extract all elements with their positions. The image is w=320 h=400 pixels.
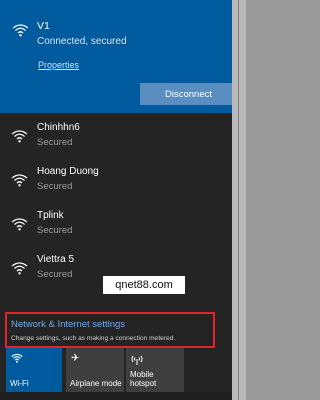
network-settings-link[interactable]: Network & Internet settings xyxy=(11,319,125,330)
network-status: Secured xyxy=(37,181,73,192)
mobile-hotspot-quick-action[interactable]: Mobile hotspot xyxy=(126,348,184,392)
network-item-tplink[interactable]: Tplink Secured xyxy=(0,205,232,249)
airplane-tile-label: Airplane mode xyxy=(70,379,122,388)
disconnect-button[interactable]: Disconnect xyxy=(140,83,237,105)
airplane-mode-quick-action[interactable]: ✈ Airplane mode xyxy=(66,348,124,392)
connected-network[interactable]: V1 Connected, secured Properties Disconn… xyxy=(0,0,237,113)
wifi-icon xyxy=(11,353,23,366)
wifi-icon xyxy=(11,261,28,275)
wifi-icon xyxy=(11,129,28,143)
wifi-quick-action[interactable]: Wi-Fi xyxy=(6,348,62,392)
window-edge-line xyxy=(238,0,239,400)
properties-link[interactable]: Properties xyxy=(38,60,79,70)
network-item-hoang-duong[interactable]: Hoang Duong Secured xyxy=(0,161,232,205)
taskbar-edge xyxy=(0,392,232,400)
network-name: Tplink xyxy=(37,210,64,221)
wifi-tile-label: Wi-Fi xyxy=(10,379,29,388)
wifi-icon xyxy=(11,217,28,231)
airplane-icon: ✈ xyxy=(71,353,80,364)
network-name: Chinhhn6 xyxy=(37,122,80,133)
network-flyout: V1 Connected, secured Properties Disconn… xyxy=(0,0,246,400)
wifi-icon xyxy=(12,23,29,37)
network-name: Hoang Duong xyxy=(37,166,99,177)
watermark-label: qnet88.com xyxy=(103,276,185,294)
network-item-chinhhn6[interactable]: Chinhhn6 Secured xyxy=(0,117,232,161)
flyout-panel: V1 Connected, secured Properties Disconn… xyxy=(0,0,237,400)
connected-network-status: Connected, secured xyxy=(37,36,127,47)
connected-network-name: V1 xyxy=(37,20,50,32)
wifi-icon xyxy=(11,173,28,187)
network-status: Secured xyxy=(37,269,73,280)
background-window-edge xyxy=(232,0,246,400)
network-status: Secured xyxy=(37,137,73,148)
network-settings-description: Change settings, such as making a connec… xyxy=(11,335,176,342)
hotspot-tile-label: Mobile hotspot xyxy=(130,370,156,388)
network-name: Viettra 5 xyxy=(37,254,75,265)
network-status: Secured xyxy=(37,225,73,236)
network-settings-highlight[interactable]: Network & Internet settings Change setti… xyxy=(5,312,215,348)
hotspot-icon xyxy=(131,353,143,368)
hotspot-tile-label-line2: hotspot xyxy=(130,379,157,388)
hotspot-tile-label-line1: Mobile xyxy=(130,370,154,379)
